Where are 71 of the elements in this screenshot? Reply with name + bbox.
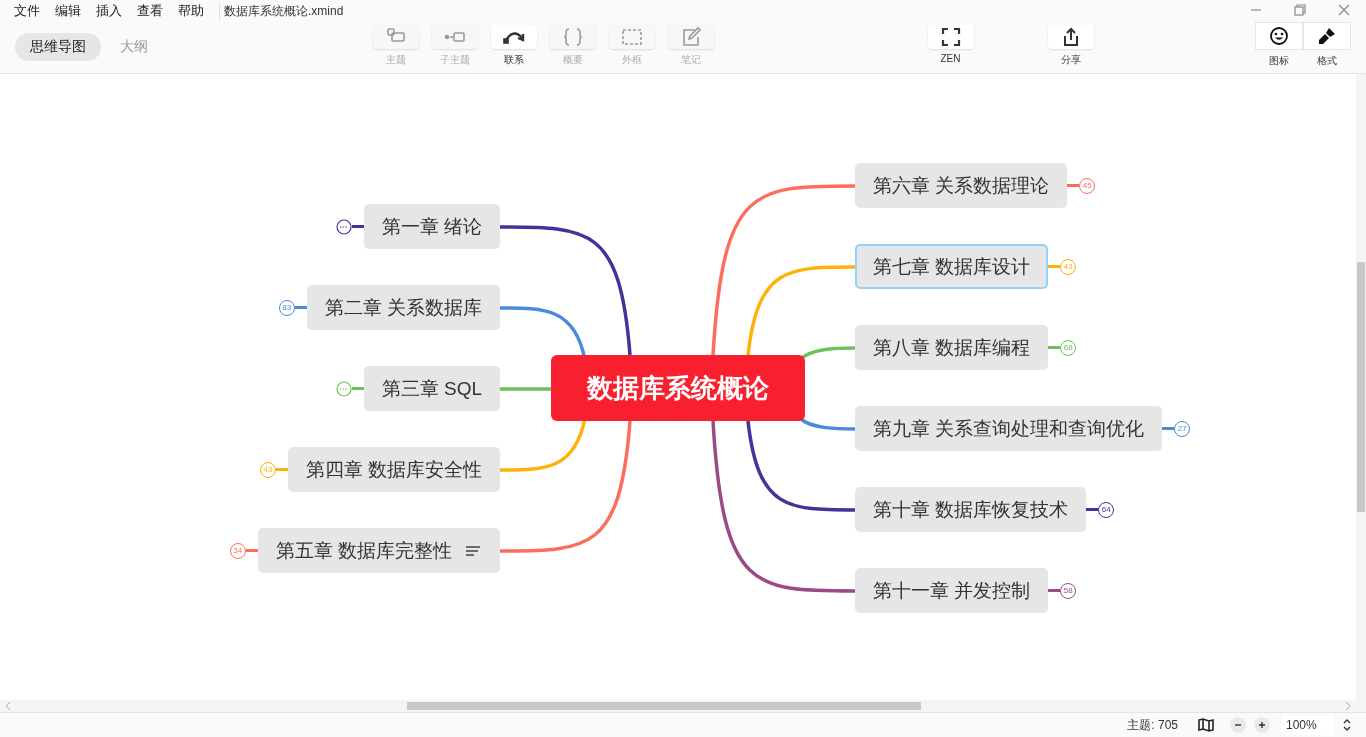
- zoom-field[interactable]: 100%: [1282, 715, 1334, 735]
- topic-title: 第十一章 并发控制: [873, 578, 1031, 603]
- note-lines-icon[interactable]: [464, 543, 482, 558]
- minus-icon: [1234, 721, 1242, 729]
- topic-title: 第八章 数据库编程: [873, 335, 1031, 360]
- scrollbar-thumb[interactable]: [1357, 262, 1365, 512]
- topic-title: 第六章 关系数据理论: [873, 173, 1050, 198]
- topic-node[interactable]: 第一章 绪论: [363, 204, 500, 249]
- format-panel-button[interactable]: [1303, 22, 1351, 50]
- tool-label: 子主题: [439, 53, 470, 67]
- topic-node[interactable]: 第五章 数据库完整性: [257, 528, 500, 573]
- topic-title: 第七章 数据库设计: [873, 254, 1031, 279]
- zoom-out-button[interactable]: [1230, 717, 1246, 733]
- topic-title: 第一章 绪论: [381, 214, 482, 239]
- tool-label: 联系: [503, 53, 524, 67]
- topic-title: 第九章 关系查询处理和查询优化: [873, 416, 1145, 441]
- topic-node[interactable]: 第十一章 并发控制: [855, 568, 1049, 613]
- central-topic[interactable]: 数据库系统概论: [551, 355, 805, 421]
- close-icon[interactable]: [1337, 3, 1351, 17]
- restore-icon[interactable]: [1293, 3, 1307, 17]
- braces-icon: [561, 26, 584, 48]
- tool-label: 分享: [1060, 53, 1081, 67]
- menu-item[interactable]: 编辑: [55, 2, 88, 20]
- scrollbar-thumb[interactable]: [407, 702, 921, 710]
- relation-button[interactable]: [490, 25, 537, 49]
- share-button[interactable]: [1047, 25, 1094, 49]
- topic-node[interactable]: 第十章 数据库恢复技术: [855, 487, 1087, 532]
- menu-item[interactable]: 文件: [14, 2, 47, 20]
- map-icon[interactable]: [1198, 717, 1214, 733]
- topic-node[interactable]: 第八章 数据库编程: [855, 325, 1049, 370]
- topic-title: 第三章 SQL: [381, 376, 482, 401]
- file-name: 数据库系统概论.xmind: [219, 2, 344, 20]
- topic-title: 第四章 数据库安全性: [305, 457, 482, 482]
- topic-count-badge[interactable]: 83: [278, 299, 295, 316]
- tool-label: 主题: [385, 53, 406, 67]
- menu-item[interactable]: 帮助: [178, 2, 211, 20]
- icon-panel-button[interactable]: [1255, 22, 1303, 50]
- collapse-icon[interactable]: [335, 218, 352, 235]
- brush-icon: [1317, 26, 1337, 46]
- zen-button[interactable]: [927, 25, 974, 49]
- topic-count-badge[interactable]: 27: [1174, 420, 1191, 437]
- panel-label: 图标: [1269, 54, 1289, 68]
- topic-node[interactable]: 第七章 数据库设计: [855, 244, 1049, 289]
- dashed-frame-icon: [620, 26, 643, 48]
- panel-label: 格式: [1317, 54, 1337, 68]
- topic-title: 第十章 数据库恢复技术: [873, 497, 1069, 522]
- branch-line: [500, 387, 551, 391]
- smiley-icon: [1269, 26, 1289, 46]
- tool-label: ZEN: [940, 53, 961, 64]
- topic-node[interactable]: 第六章 关系数据理论: [855, 163, 1068, 208]
- topic-title: 第五章 数据库完整性: [275, 538, 452, 563]
- menu-item[interactable]: 插入: [96, 2, 129, 20]
- topic-node[interactable]: 第九章 关系查询处理和查询优化: [855, 406, 1163, 451]
- topic-node[interactable]: 第二章 关系数据库: [306, 285, 500, 330]
- spinner-icon[interactable]: [1342, 717, 1352, 733]
- view-tab[interactable]: 思维导图: [15, 33, 101, 61]
- zoom-in-button[interactable]: [1254, 717, 1270, 733]
- scroll-left-icon[interactable]: [3, 701, 13, 711]
- plus-icon: [1258, 721, 1266, 729]
- tool-label: 概要: [562, 53, 583, 67]
- topic-node[interactable]: 第三章 SQL: [363, 366, 500, 411]
- topic-count: 主题: 705: [1127, 716, 1178, 734]
- menu-item[interactable]: 查看: [137, 2, 170, 20]
- fullscreen-icon: [939, 26, 962, 48]
- scroll-right-icon[interactable]: [1343, 701, 1353, 711]
- tool-label: 外框: [621, 53, 642, 67]
- topic-count-badge[interactable]: 64: [1098, 501, 1115, 518]
- tool-label: 笔记: [680, 53, 701, 67]
- topic-count-badge[interactable]: 58: [1060, 582, 1077, 599]
- topic-title: 第二章 关系数据库: [324, 295, 482, 320]
- topic-node[interactable]: 第四章 数据库安全性: [287, 447, 500, 492]
